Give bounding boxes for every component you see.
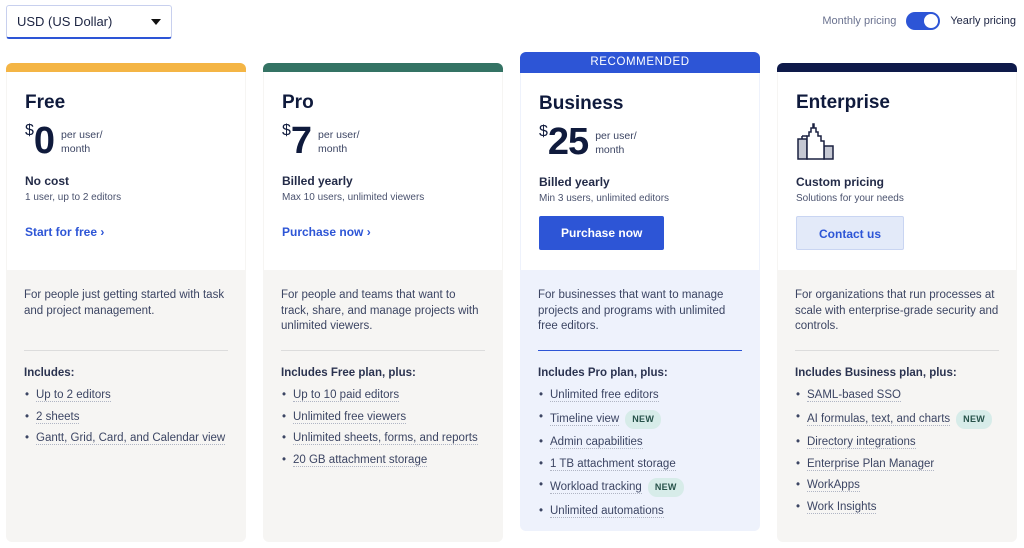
feature-list: Up to 10 paid editors Unlimited free vie… (281, 388, 485, 468)
plan-accent-bar (777, 63, 1017, 72)
new-badge: NEW (647, 478, 684, 497)
currency-symbol: $ (25, 122, 34, 139)
feature-item: Unlimited free viewers (281, 410, 485, 425)
billing-sub: Max 10 users, unlimited viewers (282, 192, 425, 203)
plan-price: $ 25 per user/month (539, 123, 741, 163)
building-icon (797, 123, 834, 160)
feature-item: 2 sheets (24, 410, 228, 425)
plan-name: Business (539, 93, 624, 114)
purchase-now-link[interactable]: Purchase now › (282, 225, 371, 239)
feature-item: SAML-based SSO (795, 388, 999, 403)
feature-item: Workload trackingNEW (538, 478, 742, 497)
divider (281, 350, 485, 351)
feature-item: Gantt, Grid, Card, and Calendar view (24, 431, 228, 446)
includes-title: Includes Pro plan, plus: (538, 367, 668, 379)
plan-name: Pro (282, 92, 314, 113)
pricing-period-toggle: Monthly pricing Yearly pricing (822, 12, 1016, 30)
feature-item: 20 GB attachment storage (281, 453, 485, 468)
yearly-pricing-label[interactable]: Yearly pricing (950, 15, 1016, 27)
price-amount: 7 (290, 120, 312, 162)
includes-title: Includes Free plan, plus: (281, 367, 416, 379)
divider (24, 350, 228, 351)
plan-accent-bar (263, 63, 503, 72)
plan-card-enterprise: Enterprise Custom pricing Solutions for … (777, 63, 1017, 542)
billing-label: No cost (25, 174, 70, 188)
feature-item: Timeline viewNEW (538, 409, 742, 429)
caret-down-icon (151, 18, 161, 25)
plan-accent-bar (6, 63, 246, 72)
new-badge: NEW (625, 409, 662, 429)
feature-item: AI formulas, text, and chartsNEW (795, 409, 999, 429)
feature-item: Unlimited automations (538, 504, 742, 519)
feature-item: Enterprise Plan Manager (795, 457, 999, 472)
purchase-now-button[interactable]: Purchase now (539, 216, 665, 250)
feature-list: Unlimited free editors Timeline viewNEW … (538, 388, 742, 519)
includes-title: Includes Business plan, plus: (795, 367, 957, 379)
price-unit: per user/month (595, 130, 637, 156)
billing-sub: 1 user, up to 2 editors (25, 192, 122, 203)
divider (538, 350, 742, 351)
feature-item: Up to 10 paid editors (281, 388, 485, 403)
divider (795, 350, 999, 351)
billing-label: Billed yearly (539, 175, 610, 189)
plan-card-pro: Pro $ 7 per user/month Billed yearly Max… (263, 63, 503, 542)
currency-select[interactable]: USD (US Dollar) (6, 5, 172, 39)
pricing-toggle-switch[interactable] (906, 12, 941, 30)
new-badge: NEW (956, 409, 993, 429)
price-amount: 0 (33, 120, 55, 162)
feature-list: Up to 2 editors 2 sheets Gantt, Grid, Ca… (24, 388, 228, 446)
feature-item: Directory integrations (795, 435, 999, 450)
plan-name: Enterprise (796, 92, 890, 113)
contact-us-button[interactable]: Contact us (796, 216, 905, 250)
billing-sub: Min 3 users, unlimited editors (539, 193, 670, 204)
price-unit: per user/month (61, 129, 103, 155)
plan-description: For people and teams that want to track,… (281, 289, 479, 332)
includes-title: Includes: (24, 367, 75, 379)
price-amount: 25 (547, 121, 589, 163)
feature-item: WorkApps (795, 478, 999, 493)
plan-name: Free (25, 92, 66, 113)
currency-symbol: $ (539, 123, 548, 140)
plan-description: For organizations that run processes at … (795, 289, 999, 332)
price-unit: per user/month (318, 129, 360, 155)
feature-item: Unlimited sheets, forms, and reports (281, 431, 485, 446)
feature-item: 1 TB attachment storage (538, 457, 742, 472)
plan-price: $ 7 per user/month (282, 122, 484, 162)
currency-select-value: USD (US Dollar) (17, 14, 113, 29)
currency-symbol: $ (282, 122, 291, 139)
plan-card-business: RECOMMENDED Business $ 25 per user/month… (520, 52, 760, 531)
plan-description: For people just getting started with tas… (24, 289, 225, 317)
plan-card-free: Free $ 0 per user/month No cost 1 user, … (6, 63, 246, 542)
plan-price: $ 0 per user/month (25, 122, 227, 162)
plan-description: For businesses that want to manage proje… (538, 289, 726, 332)
toggle-knob (924, 14, 939, 28)
feature-item: Up to 2 editors (24, 388, 228, 403)
billing-sub: Solutions for your needs (796, 193, 904, 204)
feature-item: Work Insights (795, 500, 999, 515)
billing-label: Custom pricing (796, 175, 885, 189)
feature-item: Admin capabilities (538, 435, 742, 450)
start-for-free-link[interactable]: Start for free › (25, 225, 104, 239)
feature-item: Unlimited free editors (538, 388, 742, 403)
recommended-banner: RECOMMENDED (520, 52, 760, 73)
billing-label: Billed yearly (282, 174, 353, 188)
feature-list: SAML-based SSO AI formulas, text, and ch… (795, 388, 999, 515)
monthly-pricing-label[interactable]: Monthly pricing (822, 15, 896, 27)
